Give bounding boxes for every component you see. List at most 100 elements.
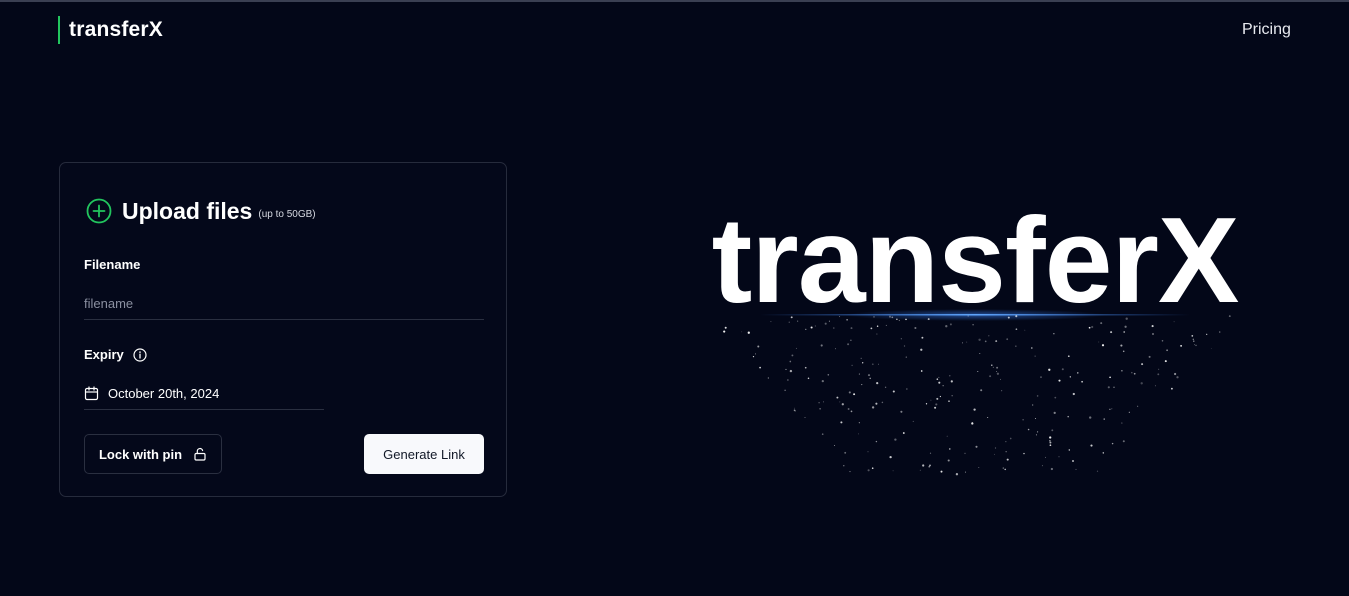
sparkle-dot [1151, 325, 1154, 328]
sparkle-dot [823, 401, 824, 403]
sparkle-dot [989, 375, 992, 378]
sparkle-dot [871, 467, 874, 469]
sparkle-dot [1154, 385, 1156, 387]
sparkle-dot [1194, 344, 1196, 346]
lock-with-pin-button[interactable]: Lock with pin [84, 434, 222, 474]
brand-logo[interactable]: transferX [58, 16, 163, 44]
sparkle-dot [991, 364, 993, 366]
sparkle-dot [894, 438, 897, 441]
sparkle-dot [871, 406, 875, 409]
sparkle-dot [1035, 434, 1037, 436]
sparkle-dot [1072, 392, 1075, 396]
sparkle-dot [1103, 418, 1105, 420]
sparkle-dot [900, 410, 903, 413]
brand-name: transferX [69, 18, 164, 41]
sparkle-dot [1041, 465, 1043, 467]
sparkle-dot [1088, 326, 1091, 329]
sparkle-dot [843, 465, 845, 467]
sparkle-dot [847, 408, 850, 410]
sparkle-dot [892, 390, 895, 393]
lock-button-label: Lock with pin [98, 446, 183, 462]
sparkle-dot [1173, 372, 1177, 376]
generate-link-button[interactable]: Generate Link [364, 434, 484, 474]
sparkle-dot [1148, 355, 1151, 358]
sparkle-dot [876, 333, 878, 335]
sparkle-dot [867, 451, 869, 453]
sparkle-dot [1049, 441, 1052, 444]
sparkle-dot [1015, 315, 1018, 318]
sparkle-dot [876, 382, 879, 385]
sparkle-dot [995, 340, 998, 343]
filename-label: Filename [84, 257, 141, 272]
sparkle-dot [1091, 325, 1094, 329]
sparkle-dot [1024, 329, 1026, 331]
sparkle-dot [858, 422, 860, 424]
sparkle-dot [936, 378, 939, 380]
sparkle-dot [861, 384, 863, 386]
sparkle-dot [995, 371, 997, 372]
sparkle-dot [905, 318, 907, 321]
sparkle-dot [1166, 349, 1168, 352]
sparkle-dot [1102, 452, 1105, 454]
sparkle-dot [793, 409, 796, 411]
sparkle-dot [1133, 372, 1136, 375]
sparkle-dot [1061, 368, 1064, 371]
sparkle-dot [821, 433, 824, 435]
sparkle-dot [978, 467, 980, 469]
sparkle-dot [820, 344, 823, 347]
sparkle-dot [935, 403, 938, 406]
sparkle-dot [1000, 378, 1001, 380]
sparkle-dot [1004, 468, 1006, 471]
sparkle-dot [921, 336, 924, 339]
sparkle-dot [807, 377, 810, 380]
hero-graphic: transferX [690, 190, 1260, 490]
sparkle-dot [930, 399, 932, 401]
sparkle-dot [1069, 376, 1071, 378]
plus-circle-icon[interactable] [86, 198, 112, 224]
sparkle-dot [891, 316, 894, 319]
sparkle-dot [1037, 431, 1039, 433]
sparkle-dot [867, 469, 870, 472]
sparkle-dot [841, 403, 844, 406]
sparkle-dot [839, 316, 841, 318]
sparkle-dot [788, 321, 790, 323]
sparkle-dot [848, 391, 851, 394]
sparkle-dot [793, 407, 795, 409]
sparkle-dot [905, 356, 907, 358]
sparkle-dot [1101, 344, 1105, 347]
sparkle-dot [1051, 429, 1054, 432]
sparkle-dot [927, 318, 930, 321]
expiry-date-picker[interactable]: October 20th, 2024 [84, 377, 324, 410]
sparkle-dot [1121, 370, 1123, 372]
upload-size-note: (up to 50GB) [258, 209, 316, 220]
sparkle-dot [929, 452, 932, 454]
sparkle-dot [1206, 333, 1208, 335]
sparkle-dot [1067, 355, 1070, 358]
sparkle-dot [804, 366, 807, 369]
sparkle-dot [875, 402, 878, 405]
sparkle-dot [757, 345, 760, 348]
sparkle-dot [896, 318, 898, 320]
sparkle-dot [1049, 436, 1052, 439]
sparkle-dot [925, 403, 928, 405]
sparkle-dot [1098, 341, 1100, 343]
sparkle-dot [836, 396, 839, 399]
sparkle-dot [964, 452, 966, 455]
info-icon[interactable] [133, 347, 147, 362]
sparkle-dot [889, 455, 892, 459]
sparkle-dot [972, 324, 974, 326]
sparkle-dot [789, 360, 792, 363]
sparkle-dot [853, 393, 856, 396]
filename-input[interactable] [84, 287, 484, 320]
sparkle-dot [1009, 437, 1012, 440]
sparkle-dot [934, 406, 937, 409]
sparkle-dot [1048, 368, 1051, 371]
sparkle-dot [828, 320, 830, 322]
nav-pricing-link[interactable]: Pricing [1242, 21, 1291, 39]
sparkle-dot [996, 366, 999, 369]
sparkle-dot [1157, 373, 1160, 376]
sparkle-dot [929, 464, 931, 467]
sparkle-dot [1107, 386, 1110, 389]
sparkle-dot [870, 327, 873, 330]
sparkle-dot [1122, 350, 1125, 353]
